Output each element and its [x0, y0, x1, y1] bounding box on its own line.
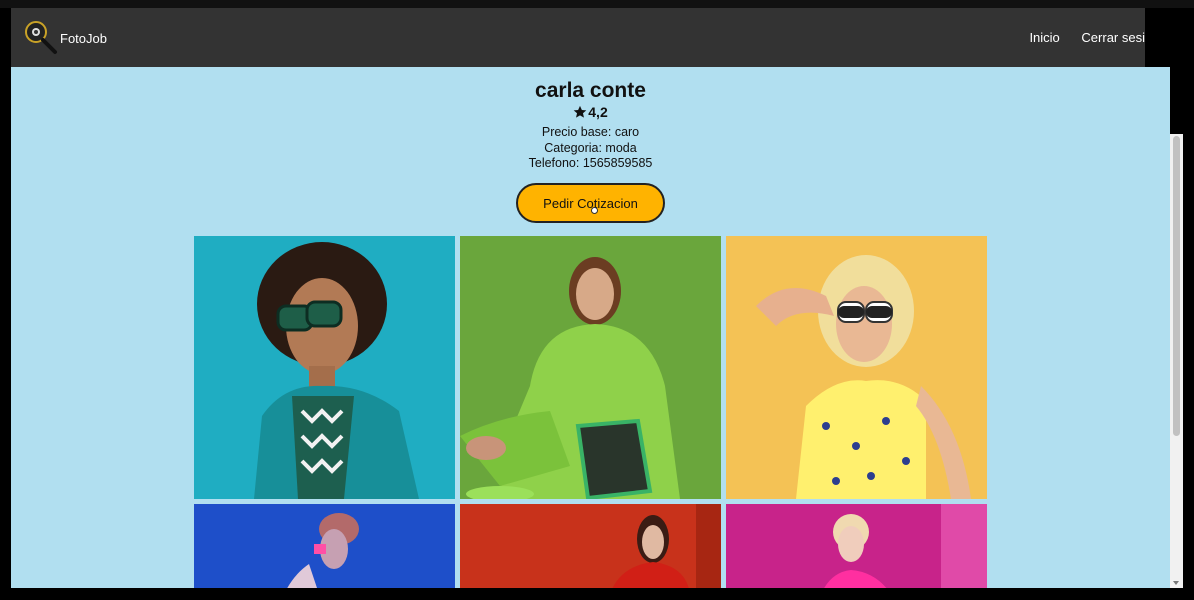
magnifier-camera-icon — [25, 21, 57, 54]
navbar: FotoJob Inicio Cerrar sesi — [11, 8, 1145, 67]
mouse-cursor — [591, 207, 598, 214]
photo-woman-teal-jacket[interactable] — [194, 236, 455, 499]
pedir-cotizacion-button[interactable]: Pedir Cotizacion — [516, 183, 665, 223]
photographer-name: carla conte — [535, 79, 646, 102]
scrollbar-thumb[interactable] — [1173, 136, 1180, 436]
profile-header: carla conte 4,2 Precio base: caro Catego… — [11, 67, 1170, 172]
scroll-down-arrow-icon[interactable] — [1173, 581, 1179, 585]
nav-links: Inicio Cerrar sesi — [1011, 30, 1145, 45]
star-icon — [573, 105, 587, 118]
top-strip — [0, 0, 1194, 8]
brand-name[interactable]: FotoJob — [60, 31, 107, 46]
nav-inicio[interactable]: Inicio — [1029, 30, 1059, 45]
profile-info: Precio base: caro Categoria: moda Telefo… — [11, 125, 1170, 172]
photo-woman-blue-backdrop[interactable] — [194, 504, 455, 588]
nav-cerrar-sesion[interactable]: Cerrar sesi — [1081, 30, 1145, 45]
photo-woman-red-backdrop[interactable] — [460, 504, 721, 588]
bottom-bar — [0, 588, 1194, 600]
precio-base: Precio base: caro — [541, 125, 640, 139]
rating: 4,2 — [11, 103, 1170, 121]
brand[interactable]: FotoJob — [23, 20, 107, 56]
photo-woman-green-outfit[interactable] — [460, 236, 721, 499]
vertical-scrollbar[interactable] — [1170, 134, 1183, 588]
rating-value: 4,2 — [588, 104, 608, 120]
categoria: Categoria: moda — [544, 140, 637, 155]
photo-woman-yellow-dress[interactable] — [726, 236, 987, 499]
telefono: Telefono: 1565859585 — [528, 156, 653, 170]
photo-woman-magenta-backdrop[interactable] — [726, 504, 987, 588]
main-content: carla conte 4,2 Precio base: caro Catego… — [11, 67, 1170, 588]
